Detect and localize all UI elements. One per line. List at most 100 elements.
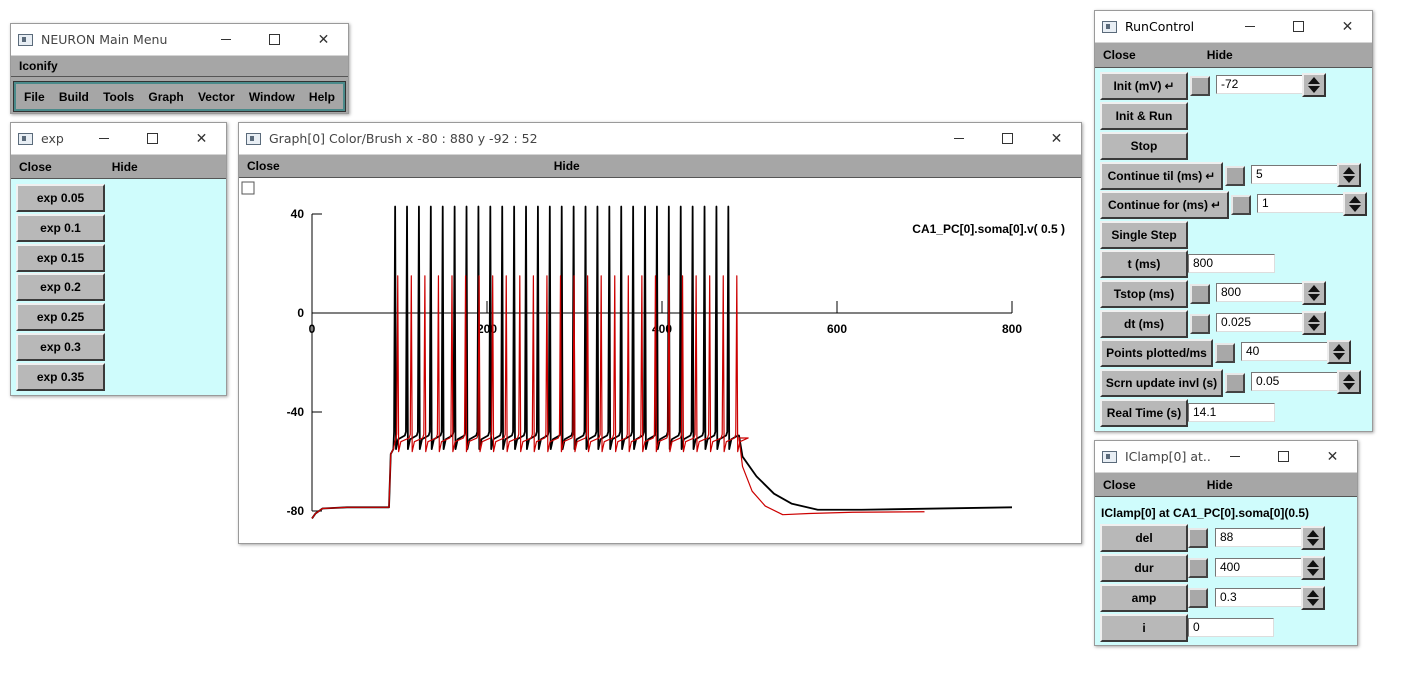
tstop-field[interactable]: 800 (1216, 283, 1304, 302)
iconify-menu[interactable]: Iconify (11, 59, 66, 73)
menu-help[interactable]: Help (306, 90, 338, 104)
down-arrow-icon[interactable] (1307, 539, 1319, 546)
down-arrow-icon[interactable] (1343, 383, 1355, 390)
close-menu[interactable]: Close (1095, 48, 1144, 62)
exp-0.1-button[interactable]: exp 0.1 (16, 214, 105, 242)
down-arrow-icon[interactable] (1308, 86, 1320, 93)
dt-field[interactable]: 0.025 (1216, 313, 1304, 332)
down-arrow-icon[interactable] (1307, 569, 1319, 576)
amp-toggle[interactable] (1188, 588, 1208, 608)
dur-stepper[interactable] (1301, 556, 1325, 580)
init-toggle[interactable] (1190, 76, 1210, 96)
amp-button[interactable]: amp (1100, 584, 1188, 612)
up-arrow-icon[interactable] (1343, 374, 1355, 381)
hide-menu[interactable]: Hide (104, 160, 146, 174)
down-arrow-icon[interactable] (1333, 353, 1345, 360)
stop-button[interactable]: Stop (1100, 132, 1188, 160)
amp-field[interactable]: 0.3 (1215, 588, 1303, 607)
exp-0.15-button[interactable]: exp 0.15 (16, 244, 105, 272)
points-plotted-field[interactable]: 40 (1241, 342, 1329, 361)
minimize-icon[interactable] (1225, 11, 1274, 42)
exp-0.3-button[interactable]: exp 0.3 (16, 333, 105, 361)
up-arrow-icon[interactable] (1333, 344, 1345, 351)
up-arrow-icon[interactable] (1308, 285, 1320, 292)
exp-titlebar[interactable]: exp ✕ (11, 123, 226, 154)
voltage-plot[interactable]: 0 200 400 600 800400-40-80 CA1_PC[0].soma[0]… (239, 179, 1081, 543)
del-button[interactable]: del (1100, 524, 1188, 552)
real-time-button[interactable]: Real Time (s) (1100, 399, 1188, 427)
close-icon[interactable]: ✕ (177, 123, 226, 154)
close-icon[interactable]: ✕ (1323, 11, 1372, 42)
continue-for-field[interactable]: 1 (1257, 194, 1345, 213)
continue-for-stepper[interactable] (1343, 192, 1367, 216)
amp-stepper[interactable] (1301, 586, 1325, 610)
init-stepper[interactable] (1302, 73, 1326, 97)
up-arrow-icon[interactable] (1308, 77, 1320, 84)
runcontrol-titlebar[interactable]: RunControl ✕ (1095, 11, 1372, 42)
del-stepper[interactable] (1301, 526, 1325, 550)
up-arrow-icon[interactable] (1307, 590, 1319, 597)
single-step-button[interactable]: Single Step (1100, 221, 1188, 249)
maximize-icon[interactable] (250, 24, 299, 55)
real-time-field[interactable]: 14.1 (1188, 403, 1275, 422)
maximize-icon[interactable] (983, 123, 1032, 154)
iclamp-titlebar[interactable]: IClamp[0] at... ✕ (1095, 441, 1357, 472)
close-icon[interactable]: ✕ (299, 24, 348, 55)
init-value-field[interactable]: -72 (1216, 75, 1304, 94)
minimize-icon[interactable] (934, 123, 983, 154)
dur-button[interactable]: dur (1100, 554, 1188, 582)
init-button[interactable]: Init (mV) ↵ (1100, 72, 1188, 100)
down-arrow-icon[interactable] (1308, 324, 1320, 331)
menu-graph[interactable]: Graph (145, 90, 186, 104)
points-plotted-button[interactable]: Points plotted/ms (1100, 339, 1213, 367)
menu-vector[interactable]: Vector (195, 90, 238, 104)
down-arrow-icon[interactable] (1343, 176, 1355, 183)
scrn-update-button[interactable]: Scrn update invl (s) (1100, 369, 1223, 397)
exp-0.35-button[interactable]: exp 0.35 (16, 363, 105, 391)
del-field[interactable]: 88 (1215, 528, 1303, 547)
graph-menu-box[interactable] (241, 181, 255, 195)
up-arrow-icon[interactable] (1308, 315, 1320, 322)
graph-titlebar[interactable]: Graph[0] Color/Brush x -80 : 880 y -92 :… (239, 123, 1081, 154)
up-arrow-icon[interactable] (1343, 167, 1355, 174)
close-icon[interactable]: ✕ (1032, 123, 1081, 154)
menu-window[interactable]: Window (246, 90, 298, 104)
continue-til-stepper[interactable] (1337, 163, 1361, 187)
exp-0.25-button[interactable]: exp 0.25 (16, 303, 105, 331)
continue-til-field[interactable]: 5 (1251, 165, 1339, 184)
main-menu-titlebar[interactable]: NEURON Main Menu ✕ (11, 24, 348, 55)
menu-tools[interactable]: Tools (100, 90, 137, 104)
down-arrow-icon[interactable] (1349, 205, 1361, 212)
tstop-toggle[interactable] (1190, 284, 1210, 304)
down-arrow-icon[interactable] (1308, 294, 1320, 301)
hide-menu[interactable]: Hide (1199, 48, 1241, 62)
scrn-update-stepper[interactable] (1337, 370, 1361, 394)
close-icon[interactable]: ✕ (1308, 441, 1357, 472)
menu-build[interactable]: Build (56, 90, 92, 104)
i-field[interactable]: 0 (1188, 618, 1274, 637)
minimize-icon[interactable] (1210, 441, 1259, 472)
hide-menu[interactable]: Hide (1199, 478, 1241, 492)
continue-til-toggle[interactable] (1225, 166, 1245, 186)
maximize-icon[interactable] (128, 123, 177, 154)
i-button[interactable]: i (1100, 614, 1188, 642)
close-menu[interactable]: Close (11, 160, 60, 174)
close-menu[interactable]: Close (239, 159, 288, 173)
minimize-icon[interactable] (201, 24, 250, 55)
dur-field[interactable]: 400 (1215, 558, 1303, 577)
points-plotted-stepper[interactable] (1327, 340, 1351, 364)
maximize-icon[interactable] (1274, 11, 1323, 42)
continue-for-button[interactable]: Continue for (ms) ↵ (1100, 191, 1229, 219)
t-button[interactable]: t (ms) (1100, 250, 1188, 278)
menu-file[interactable]: File (21, 90, 48, 104)
del-toggle[interactable] (1188, 528, 1208, 548)
maximize-icon[interactable] (1259, 441, 1308, 472)
down-arrow-icon[interactable] (1307, 599, 1319, 606)
scrn-update-toggle[interactable] (1225, 373, 1245, 393)
hide-menu[interactable]: Hide (546, 159, 588, 173)
continue-til-button[interactable]: Continue til (ms) ↵ (1100, 162, 1223, 190)
up-arrow-icon[interactable] (1307, 560, 1319, 567)
scrn-update-field[interactable]: 0.05 (1251, 372, 1339, 391)
up-arrow-icon[interactable] (1307, 530, 1319, 537)
tstop-stepper[interactable] (1302, 281, 1326, 305)
